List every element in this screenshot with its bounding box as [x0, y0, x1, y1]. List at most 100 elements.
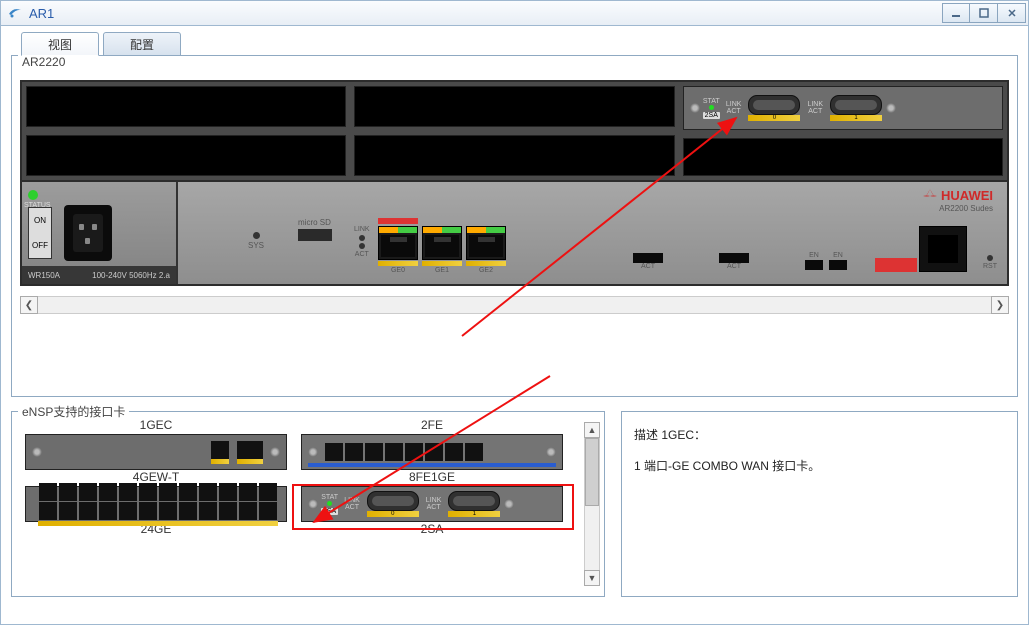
rj45-port-icon [465, 443, 483, 461]
brand-sub-label: AR2200 Sudes [939, 204, 993, 213]
card-2fe[interactable] [301, 434, 563, 470]
description-title: 描述 1GEC： [634, 426, 1005, 443]
usb-port-icon[interactable] [633, 253, 663, 263]
rj45-port-icon [211, 441, 229, 459]
usb-port-icon[interactable] [719, 253, 749, 263]
serial-port-icon [448, 491, 500, 511]
rj45-port-icon [425, 443, 443, 461]
mini-port-icon[interactable] [805, 260, 823, 270]
scroll-thumb[interactable] [585, 438, 599, 506]
horizontal-scrollbar: ❮ ❯ [20, 296, 1009, 314]
chassis-upper[interactable]: STAT 2SA LINK ACT 0 LI [20, 80, 1009, 182]
card-4gewt[interactable] [25, 486, 287, 522]
mainboard: HUAWEI AR2200 Sudes SYS micro SD LINK AC… [178, 182, 1007, 284]
cards-grid: 1GEC 2FE [18, 418, 576, 588]
interface-cards-panel: eNSP支持的接口卡 1GEC 2FE [11, 411, 605, 597]
card-title-2fe: 2FE [421, 418, 443, 432]
tab-view[interactable]: 视图 [21, 32, 99, 56]
port-index-0: 0 [748, 115, 800, 121]
app-icon [7, 5, 23, 21]
power-switch[interactable]: ON OFF [28, 207, 52, 259]
power-socket-icon [64, 205, 112, 261]
rj45-port-icon [325, 443, 343, 461]
slot-empty[interactable] [26, 86, 346, 127]
card-badge-2sa: 2SA [703, 112, 720, 119]
slot-empty[interactable] [354, 86, 674, 127]
act-label: ACT [354, 251, 370, 258]
scroll-track[interactable] [38, 296, 991, 314]
lower-area: eNSP支持的接口卡 1GEC 2FE [11, 411, 1018, 597]
card-link-label: LINK [807, 101, 823, 108]
rj45-port-icon [405, 443, 423, 461]
installed-card-2sa[interactable]: STAT 2SA LINK ACT 0 LI [683, 86, 1003, 130]
card-badge-2sa: 2SA [321, 508, 338, 515]
en-label: EN [809, 252, 819, 259]
mini-port-icon[interactable] [829, 260, 847, 270]
usb-row: ACT ACT EN EN [633, 246, 847, 270]
status-led-icon [28, 190, 38, 200]
slot-empty[interactable] [26, 135, 346, 176]
psu-spec-label: 100-240V 5060Hz 2.a [92, 271, 170, 280]
device-panel: AR2220 STAT 2SA LINK [11, 55, 1018, 397]
link-act-column: LINK ACT [354, 226, 370, 258]
card-act-label: ACT [427, 504, 441, 511]
scroll-up-button[interactable]: ▲ [584, 422, 600, 438]
scroll-right-button[interactable]: ❯ [991, 296, 1009, 314]
switch-off-label: OFF [29, 233, 51, 258]
rj45-port-icon[interactable] [378, 226, 418, 260]
ge-port-row: GE0 GE1 GE2 [378, 218, 506, 274]
rj45-port-icon [385, 443, 403, 461]
slot-empty[interactable] [683, 138, 1003, 176]
rj45-port-icon [445, 443, 463, 461]
card-link-label: LINK [426, 497, 442, 504]
card-link-label: LINK [726, 101, 742, 108]
titlebar: AR1 [0, 0, 1029, 26]
serial-port-icon [367, 491, 419, 511]
description-body: 1 端口-GE COMBO WAN 接口卡。 [634, 457, 1005, 474]
card-act-label: ACT [808, 108, 822, 115]
maximize-button[interactable] [970, 3, 998, 23]
port-index-0: 0 [367, 511, 419, 517]
breaker-strip-icon [875, 258, 917, 272]
tabstrip: 视图 配置 [21, 32, 1018, 56]
rj45-port-icon[interactable] [422, 226, 462, 260]
card-8fe1ge-2sa[interactable]: STAT2SA LINKACT 0 LINKACT 1 [301, 486, 563, 522]
card-1gec[interactable] [25, 434, 287, 470]
close-button[interactable] [998, 3, 1026, 23]
slot-with-card: STAT 2SA LINK ACT 0 LI [679, 82, 1007, 180]
status-label: STATUS [24, 202, 51, 209]
brand-text: HUAWEI [941, 188, 993, 203]
card-stat-label: STAT [703, 98, 720, 105]
rst-label: RST [983, 255, 997, 270]
scroll-left-button[interactable]: ❮ [20, 296, 38, 314]
cards-panel-legend: eNSP支持的接口卡 [18, 403, 129, 420]
port-index-1: 1 [830, 115, 882, 121]
ge1-label: GE1 [435, 267, 449, 274]
screw-icon [308, 447, 318, 457]
rj45-port-icon[interactable] [466, 226, 506, 260]
rj45-port-icon [345, 443, 363, 461]
minimize-button[interactable] [942, 3, 970, 23]
screw-icon [308, 499, 318, 509]
scroll-down-button[interactable]: ▼ [584, 570, 600, 586]
screw-icon [546, 447, 556, 457]
led-green-icon [327, 501, 332, 506]
card-stat-label: STAT [321, 494, 338, 501]
card-title-2sa: 2SA [421, 522, 444, 536]
screw-icon [690, 103, 700, 113]
power-supply: STATUS ON OFF WR150A 100-240V 5060Hz 2.a [22, 182, 178, 284]
card-act-label: ACT [727, 108, 741, 115]
slot-empty[interactable] [354, 135, 674, 176]
console-port-icon[interactable] [919, 226, 967, 272]
brand-logo: HUAWEI [923, 188, 993, 203]
link-label: LINK [354, 226, 370, 233]
port-index-1: 1 [448, 511, 500, 517]
sfp-port-icon [237, 441, 263, 459]
ge0-label: GE0 [391, 267, 405, 274]
device-chassis: STAT 2SA LINK ACT 0 LI [20, 80, 1009, 286]
chassis-lower[interactable]: STATUS ON OFF WR150A 100-240V 5060Hz 2.a… [20, 182, 1009, 286]
screw-icon [504, 499, 514, 509]
scroll-track[interactable] [584, 438, 600, 570]
sys-led-label: SYS [248, 232, 264, 250]
tab-config[interactable]: 配置 [103, 32, 181, 56]
